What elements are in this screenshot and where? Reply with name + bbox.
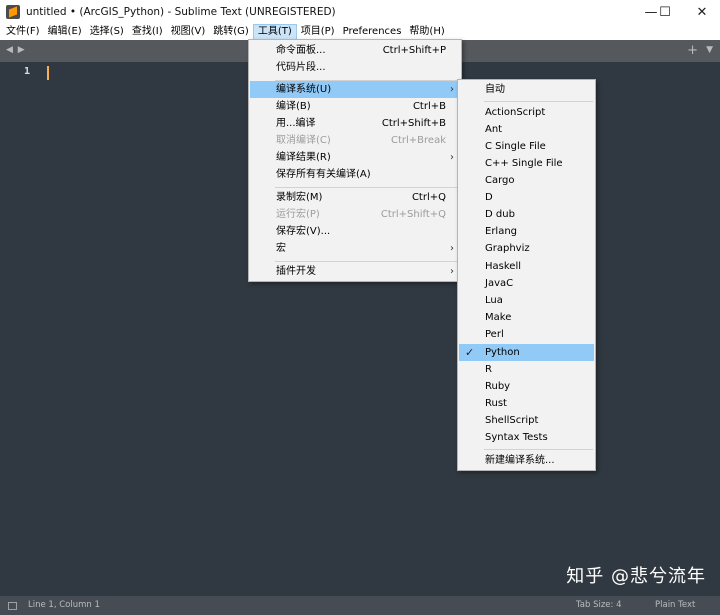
build-item-new-build-system[interactable]: 新建编译系统... xyxy=(459,452,594,469)
sublime-app-icon xyxy=(6,5,20,19)
cursor-position: Line 1, Column 1 xyxy=(28,600,100,610)
menu-separator xyxy=(484,101,593,102)
menu-help[interactable]: 帮助(H) xyxy=(405,24,448,40)
tools-menu: 命令面板... Ctrl+Shift+P 代码片段... 编译系统(U) › 编… xyxy=(248,39,462,282)
menu-tools[interactable]: 工具(T) xyxy=(252,24,297,40)
menu-item-macros[interactable]: 宏 › xyxy=(250,240,460,257)
window-title: untitled • (ArcGIS_Python) - Sublime Tex… xyxy=(26,6,336,18)
panel-toggle-icon[interactable] xyxy=(8,602,17,610)
close-button[interactable]: ✕ xyxy=(684,0,720,24)
status-bar: Line 1, Column 1 Tab Size: 4 Plain Text xyxy=(0,596,720,615)
maximize-button[interactable]: ☐ xyxy=(642,0,688,24)
build-item-make[interactable]: Make xyxy=(459,309,594,326)
menu-item-command-palette[interactable]: 命令面板... Ctrl+Shift+P xyxy=(250,42,460,59)
text-cursor xyxy=(47,66,49,80)
build-item-haskell[interactable]: Haskell xyxy=(459,258,594,275)
menu-item-build-system[interactable]: 编译系统(U) › xyxy=(250,81,460,98)
menu-item-build-results[interactable]: 编译结果(R) › xyxy=(250,149,460,166)
menu-item-cancel-build: 取消编译(C) Ctrl+Break xyxy=(276,135,446,146)
new-tab-plus-icon[interactable]: + xyxy=(687,43,698,58)
menu-item-save-all-on-build[interactable]: 保存所有有关编译(A) xyxy=(250,166,460,183)
menu-edit[interactable]: 编辑(E) xyxy=(44,24,86,40)
menu-item-developer[interactable]: 插件开发 › xyxy=(250,263,460,280)
menu-item-record-macro[interactable]: 录制宏(M) Ctrl+Q xyxy=(250,189,460,206)
menu-preferences[interactable]: Preferences xyxy=(339,24,406,40)
menu-item-build[interactable]: 编译(B) Ctrl+B xyxy=(250,98,460,115)
menu-file[interactable]: 文件(F) xyxy=(2,24,44,40)
menu-item-snippets[interactable]: 代码片段... xyxy=(250,59,460,76)
checkmark-icon: ✓ xyxy=(465,346,475,359)
build-item-shellscript[interactable]: ShellScript xyxy=(459,412,594,429)
menu-goto[interactable]: 跳转(G) xyxy=(209,24,253,40)
title-bar: untitled • (ArcGIS_Python) - Sublime Tex… xyxy=(0,0,720,24)
menu-bar: 文件(F) 编辑(E) 选择(S) 查找(I) 视图(V) 跳转(G) 工具(T… xyxy=(0,24,720,40)
watermark: 知乎 @悲兮流年 xyxy=(566,566,706,587)
build-item-actionscript[interactable]: ActionScript xyxy=(459,104,594,121)
submenu-arrow-icon: › xyxy=(450,243,454,254)
build-item-graphviz[interactable]: Graphviz xyxy=(459,240,594,257)
build-system-submenu: 自动 ActionScript Ant C Single File C++ Si… xyxy=(457,79,596,471)
menu-item-build-with[interactable]: 用...编译 Ctrl+Shift+B xyxy=(250,115,460,132)
menu-separator xyxy=(275,187,459,188)
menu-find[interactable]: 查找(I) xyxy=(128,24,167,40)
build-item-auto[interactable]: 自动 xyxy=(459,81,594,98)
submenu-arrow-icon: › xyxy=(450,152,454,163)
build-item-lua[interactable]: Lua xyxy=(459,292,594,309)
build-item-perl[interactable]: Perl xyxy=(459,326,594,343)
build-item-python[interactable]: ✓ Python xyxy=(459,344,594,361)
menu-item-playback-macro: 运行宏(P) Ctrl+Shift+Q xyxy=(276,209,446,220)
build-item-erlang[interactable]: Erlang xyxy=(459,223,594,240)
build-item-c-single-file[interactable]: C Single File xyxy=(459,138,594,155)
build-item-cpp-single-file[interactable]: C++ Single File xyxy=(459,155,594,172)
menu-separator xyxy=(275,261,459,262)
tab-nav-arrows-icon[interactable]: ◀ ▶ xyxy=(6,45,26,55)
build-item-d-dub[interactable]: D dub xyxy=(459,206,594,223)
build-item-r[interactable]: R xyxy=(459,361,594,378)
menu-view[interactable]: 视图(V) xyxy=(167,24,210,40)
submenu-arrow-icon: › xyxy=(450,266,454,277)
submenu-arrow-icon: › xyxy=(450,84,454,95)
syntax-indicator[interactable]: Plain Text xyxy=(655,600,695,610)
menu-separator xyxy=(484,449,593,450)
menu-project[interactable]: 项目(P) xyxy=(297,24,339,40)
menu-selection[interactable]: 选择(S) xyxy=(86,24,128,40)
tab-size-indicator[interactable]: Tab Size: 4 xyxy=(576,600,622,610)
menu-item-save-macro[interactable]: 保存宏(V)... xyxy=(250,223,460,240)
build-item-cargo[interactable]: Cargo xyxy=(459,172,594,189)
build-item-rust[interactable]: Rust xyxy=(459,395,594,412)
build-item-d[interactable]: D xyxy=(459,189,594,206)
tab-list-dropdown-icon[interactable]: ▼ xyxy=(706,45,713,55)
build-item-ruby[interactable]: Ruby xyxy=(459,378,594,395)
line-number: 1 xyxy=(23,66,30,77)
build-item-ant[interactable]: Ant xyxy=(459,121,594,138)
build-item-javac[interactable]: JavaC xyxy=(459,275,594,292)
build-item-syntax-tests[interactable]: Syntax Tests xyxy=(459,429,594,446)
